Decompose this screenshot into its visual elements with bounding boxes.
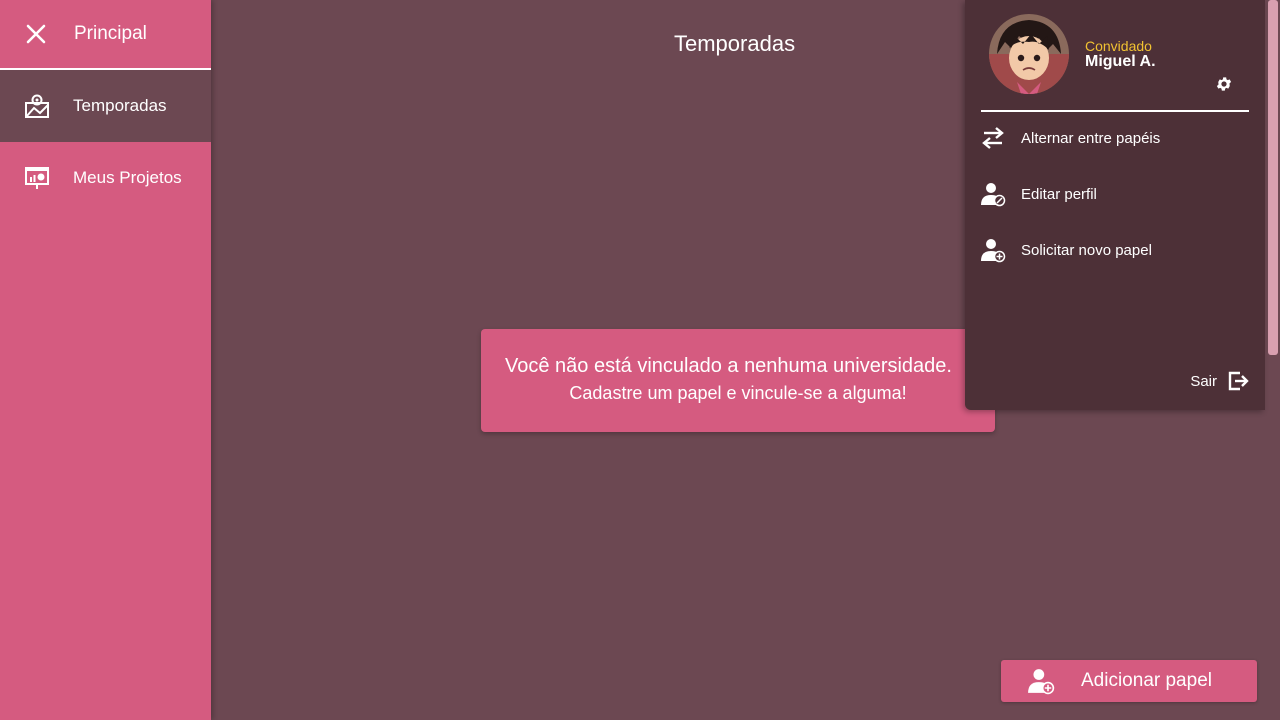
notice-line-1: Você não está vinculado a nenhuma univer… bbox=[505, 355, 952, 377]
scrollbar[interactable] bbox=[1265, 0, 1280, 720]
user-role: Convidado bbox=[1085, 38, 1152, 54]
user-add-icon bbox=[965, 237, 1021, 263]
add-role-label: Adicionar papel bbox=[1081, 670, 1212, 691]
avatar[interactable] bbox=[989, 14, 1069, 94]
close-icon bbox=[26, 24, 46, 44]
user-name: Miguel A. bbox=[1085, 53, 1156, 70]
edit-profile-menu-item[interactable]: Editar perfil bbox=[965, 172, 1265, 216]
projects-presentation-icon bbox=[0, 165, 73, 191]
user-edit-icon bbox=[965, 181, 1021, 207]
notice-line-2: Cadastre um papel e vincule-se a alguma! bbox=[569, 383, 907, 403]
request-role-menu-item[interactable]: Solicitar novo papel bbox=[965, 228, 1265, 272]
sidebar-item-temporadas[interactable]: Temporadas bbox=[0, 70, 211, 142]
menu-label: Alternar entre papéis bbox=[1021, 129, 1161, 147]
no-university-notice: Você não está vinculado a nenhuma univer… bbox=[481, 329, 995, 432]
page-title: Temporadas bbox=[674, 31, 796, 56]
sidebar-title: Principal bbox=[74, 23, 147, 44]
add-role-button[interactable]: Adicionar papel bbox=[1001, 660, 1257, 702]
sidebar: Principal Temporadas Meus Projetos bbox=[0, 0, 211, 720]
menu-label: Solicitar novo papel bbox=[1021, 241, 1152, 259]
user-add-icon bbox=[1001, 667, 1081, 695]
sidebar-item-meus-projetos[interactable]: Meus Projetos bbox=[0, 142, 211, 214]
close-sidebar-button[interactable] bbox=[0, 0, 74, 68]
sidebar-item-label: Meus Projetos bbox=[73, 168, 182, 187]
switch-roles-menu-item[interactable]: Alternar entre papéis bbox=[965, 116, 1265, 160]
settings-gear-icon[interactable] bbox=[1215, 75, 1233, 93]
sidebar-item-label: Temporadas bbox=[73, 96, 167, 115]
swap-arrows-icon bbox=[965, 125, 1021, 151]
seasons-map-icon bbox=[0, 93, 73, 119]
scrollbar-thumb[interactable] bbox=[1268, 0, 1278, 355]
sidebar-header: Principal bbox=[0, 0, 211, 70]
logout-icon bbox=[1228, 371, 1249, 391]
panel-divider bbox=[981, 110, 1249, 112]
profile-panel: Convidado Miguel A. Alternar entre papéi… bbox=[965, 0, 1265, 410]
logout-button[interactable]: Sair bbox=[1190, 370, 1249, 392]
logout-label: Sair bbox=[1190, 372, 1217, 390]
menu-label: Editar perfil bbox=[1021, 185, 1097, 203]
